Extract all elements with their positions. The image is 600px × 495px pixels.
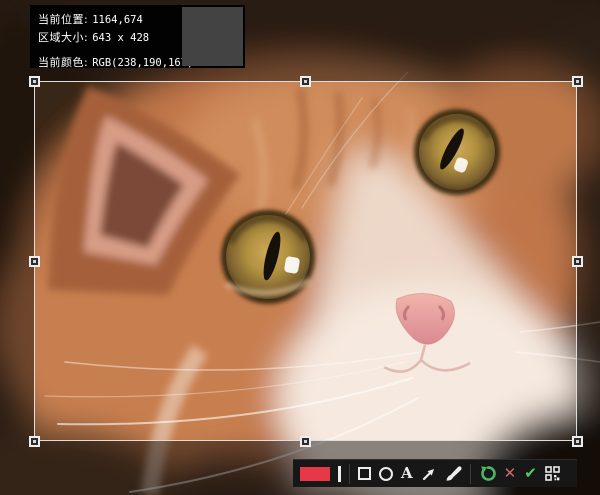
undo-button[interactable] [479, 465, 496, 482]
draw-color-swatch[interactable] [300, 467, 330, 481]
toolbar-separator [349, 464, 350, 484]
undo-icon [479, 465, 496, 482]
color-preview-swatch [182, 7, 243, 66]
current-color-label: 当前颜色: [38, 56, 88, 69]
region-size-value: 643 x 428 [92, 32, 149, 44]
rectangle-icon [358, 467, 371, 480]
region-size-label: 区域大小: [38, 31, 88, 44]
line-width-icon [338, 466, 341, 482]
selection-handle-w[interactable] [29, 256, 40, 267]
selection-handle-s[interactable] [300, 436, 311, 447]
ellipse-icon [379, 467, 393, 481]
capture-toolbar: A ✕ ✔ [293, 459, 577, 487]
text-tool-button[interactable]: A [401, 466, 413, 481]
line-width-button[interactable] [338, 466, 341, 482]
cancel-button[interactable]: ✕ [504, 466, 517, 481]
confirm-button[interactable]: ✔ [524, 466, 537, 481]
selection-handle-ne[interactable] [572, 76, 583, 87]
capture-info-panel: 当前位置: 1164,674 区域大小: 643 x 428 当前颜色: RGB(23… [30, 5, 245, 68]
arrow-icon [421, 466, 437, 482]
arrow-tool-button[interactable] [421, 466, 437, 482]
qrcode-button[interactable] [545, 466, 560, 481]
text-tool-icon: A [401, 466, 413, 481]
selection-handle-e[interactable] [572, 256, 583, 267]
selection-handle-nw[interactable] [29, 76, 40, 87]
selection-handle-se[interactable] [572, 436, 583, 447]
selection-handle-sw[interactable] [29, 436, 40, 447]
brush-icon [445, 465, 462, 482]
qrcode-icon [545, 466, 560, 481]
toolbar-separator [470, 464, 471, 484]
current-position-value: 1164,674 [92, 14, 143, 26]
rectangle-tool-button[interactable] [358, 467, 371, 480]
selection-handle-n[interactable] [300, 76, 311, 87]
current-color-value: RGB(238,190,167) [92, 57, 193, 69]
ellipse-tool-button[interactable] [379, 467, 393, 481]
current-position-label: 当前位置: [38, 13, 88, 26]
brush-tool-button[interactable] [445, 465, 462, 482]
screenshot-capture-overlay: 当前位置: 1164,674 区域大小: 643 x 428 当前颜色: RGB(23… [0, 0, 600, 495]
selection-region[interactable] [34, 81, 577, 441]
